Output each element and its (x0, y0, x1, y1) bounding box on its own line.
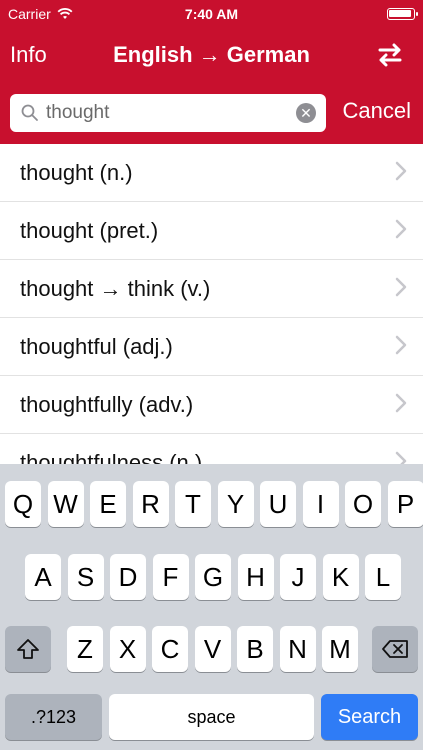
keyboard: Q W E R T Y U I O P A S D F G H J K L Z X C V B N M .?123 space Sear… (0, 464, 423, 750)
key-f[interactable]: F (152, 554, 189, 600)
key-m[interactable]: M (322, 626, 358, 672)
key-p[interactable]: P (387, 481, 423, 527)
search-key[interactable]: Search (321, 694, 418, 740)
swap-languages-icon[interactable] (375, 40, 405, 70)
key-v[interactable]: V (194, 626, 231, 672)
list-item[interactable]: thoughtfulness (n.) (0, 434, 423, 464)
key-e[interactable]: E (90, 481, 126, 527)
list-item[interactable]: thought (pret.) (0, 202, 423, 260)
numbers-key[interactable]: .?123 (5, 694, 102, 740)
list-item-label: thought → think (v.) (20, 276, 211, 301)
app-header: Carrier 7:40 AM Info English → German th… (0, 0, 423, 144)
key-k[interactable]: K (322, 554, 359, 600)
chevron-right-icon (395, 219, 407, 239)
chevron-right-icon (395, 277, 407, 297)
key-j[interactable]: J (280, 554, 316, 600)
key-a[interactable]: A (25, 554, 61, 600)
list-item[interactable]: thought (n.) (0, 144, 423, 202)
space-key[interactable]: space (109, 694, 314, 740)
key-u[interactable]: U (260, 481, 296, 527)
chevron-right-icon (395, 451, 407, 464)
search-row: ✕ Cancel (0, 88, 423, 136)
key-w[interactable]: W (47, 481, 84, 527)
status-time: 7:40 AM (184, 6, 239, 22)
key-z[interactable]: Z (67, 626, 103, 672)
cancel-button[interactable]: Cancel (343, 98, 411, 124)
list-item[interactable]: thought → think (v.) (0, 260, 423, 318)
list-item-label: thought (n.) (20, 160, 133, 185)
key-i[interactable]: I (302, 481, 339, 527)
status-bar: Carrier 7:40 AM (0, 0, 423, 28)
key-h[interactable]: H (237, 554, 274, 600)
shift-icon (17, 639, 39, 659)
delete-key[interactable] (372, 626, 418, 672)
list-item-label: thoughtfulness (n.) (20, 450, 203, 464)
search-icon (21, 104, 38, 121)
results-list: thought (n.) thought (pret.) thought → thi… (0, 144, 423, 464)
list-item-label: thought (pret.) (20, 218, 159, 243)
battery-icon (387, 8, 418, 20)
key-r[interactable]: R (132, 481, 169, 527)
key-x[interactable]: X (109, 626, 146, 672)
key-c[interactable]: C (152, 626, 188, 672)
list-item-label: thoughtfully (adv.) (20, 392, 194, 417)
search-box: ✕ (10, 94, 326, 132)
key-y[interactable]: Y (217, 481, 254, 527)
key-t[interactable]: T (175, 481, 211, 527)
key-d[interactable]: D (110, 554, 146, 600)
list-item[interactable]: thoughtful (adj.) (0, 318, 423, 376)
key-o[interactable]: O (345, 481, 381, 527)
chevron-right-icon (395, 335, 407, 355)
list-item[interactable]: thoughtfully (adv.) (0, 376, 423, 434)
list-item-label: thoughtful (adj.) (20, 334, 173, 359)
key-l[interactable]: L (365, 554, 401, 600)
chevron-right-icon (395, 161, 407, 181)
search-input[interactable] (46, 94, 296, 132)
shift-key[interactable] (5, 626, 51, 672)
page-title: English → German (113, 42, 310, 67)
key-g[interactable]: G (195, 554, 231, 600)
key-n[interactable]: N (279, 626, 316, 672)
key-s[interactable]: S (67, 554, 104, 600)
nav-bar: Info English → German (0, 28, 423, 82)
key-b[interactable]: B (237, 626, 273, 672)
clear-search-icon[interactable]: ✕ (296, 103, 316, 123)
key-q[interactable]: Q (5, 481, 41, 527)
battery-level (389, 10, 411, 17)
chevron-right-icon (395, 393, 407, 413)
backspace-icon (382, 640, 408, 658)
